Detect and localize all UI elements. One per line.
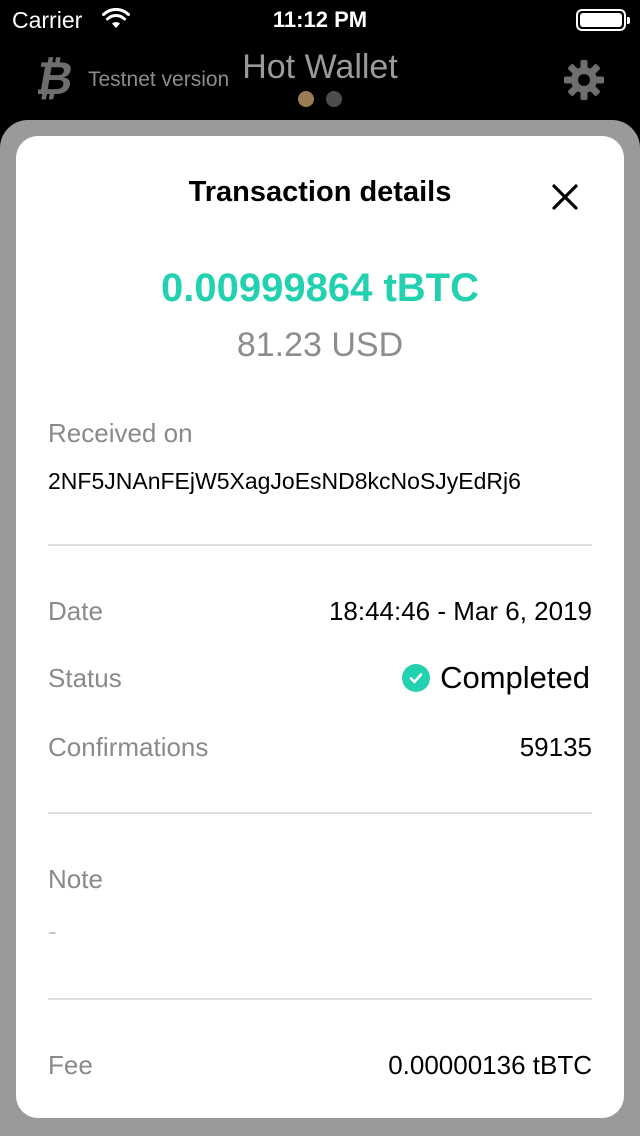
wallet-title: Hot Wallet	[242, 48, 398, 86]
note-value: -	[48, 916, 57, 946]
divider	[48, 812, 592, 814]
page-dot	[326, 91, 342, 107]
transaction-details-modal: Transaction details 0.00999864 tBTC 81.2…	[16, 136, 624, 1118]
wallet-header: ₿ Testnet version Hot Wallet	[0, 40, 640, 120]
status-bar: Carrier 11:12 PM	[0, 0, 640, 40]
close-button[interactable]	[546, 178, 584, 216]
clock: 11:12 PM	[272, 7, 368, 32]
confirmations-value: 59135	[519, 732, 592, 762]
fiat-amount: 81.23 USD	[236, 326, 404, 364]
note-label: Note	[48, 864, 103, 894]
crypto-amount: 0.00999864 tBTC	[161, 266, 479, 310]
page-indicator	[298, 91, 342, 107]
battery-icon	[576, 9, 630, 31]
close-icon	[552, 184, 578, 210]
page-dot-active	[298, 91, 314, 107]
divider	[48, 544, 592, 546]
date-value: 18:44:46 - Mar 6, 2019	[328, 596, 592, 626]
check-circle-icon	[402, 664, 431, 692]
confirmations-label: Confirmations	[48, 732, 209, 762]
receive-address[interactable]: 2NF5JNAnFEjW5XagJoEsND8kcNoSJyEdRj6	[48, 468, 521, 495]
received-on-label: Received on	[48, 418, 193, 448]
divider	[48, 998, 592, 1000]
gear-icon[interactable]	[562, 58, 606, 102]
date-label: Date	[48, 596, 103, 626]
fee-value: 0.00000136 tBTC	[388, 1050, 592, 1080]
status-label: Status	[48, 663, 122, 693]
fee-label: Fee	[48, 1050, 93, 1080]
modal-title: Transaction details	[188, 176, 452, 208]
status-value: Completed	[402, 660, 590, 696]
status-text: Completed	[440, 660, 590, 695]
